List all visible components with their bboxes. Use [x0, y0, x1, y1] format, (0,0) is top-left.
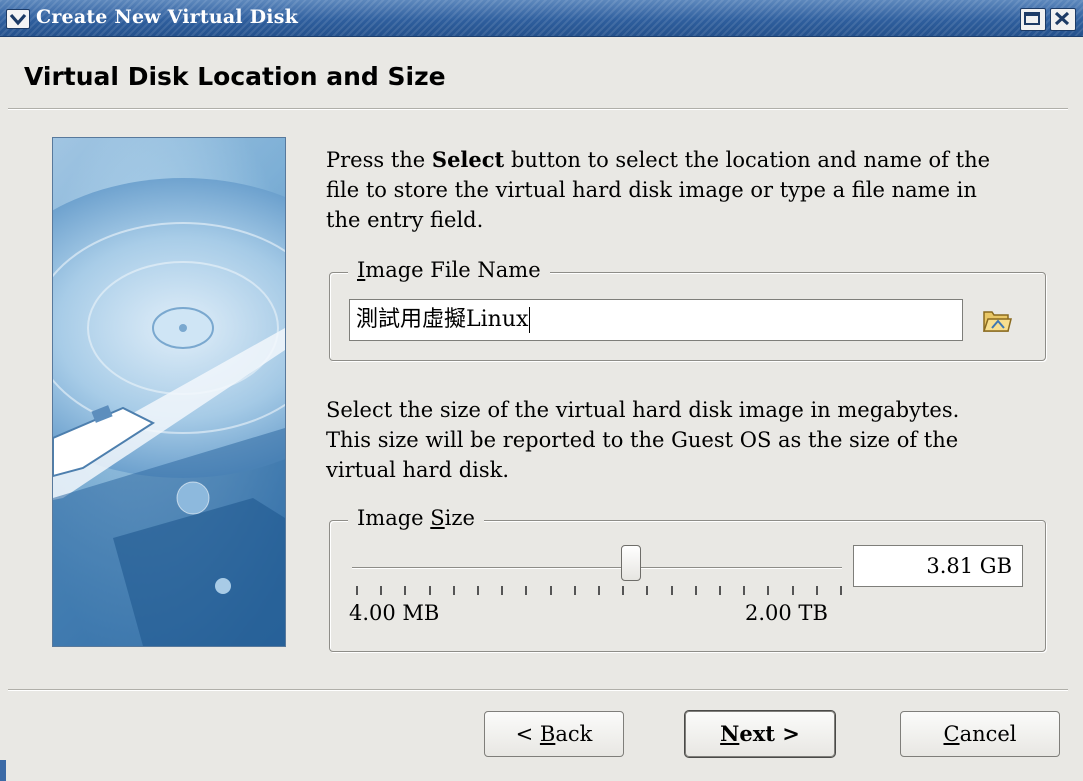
maximize-icon[interactable] [1020, 8, 1046, 31]
footer-divider [8, 689, 1068, 691]
header-divider [8, 108, 1068, 110]
slider-tick [574, 586, 576, 595]
slider-tick [719, 586, 721, 595]
slider-tick [429, 586, 431, 595]
size-description: Select the size of the virtual hard disk… [326, 398, 960, 482]
window-edge [0, 760, 6, 781]
slider-tick [525, 586, 527, 595]
slider-tick [695, 586, 697, 595]
text-caret [529, 307, 531, 333]
title-bar[interactable]: Create New Virtual Disk [0, 0, 1083, 37]
location-description: Press the Select button to select the lo… [326, 147, 991, 232]
page-title: Virtual Disk Location and Size [24, 62, 446, 91]
slider-tick [840, 586, 842, 595]
slider-tick [550, 586, 552, 595]
image-size-slider-thumb[interactable] [621, 545, 641, 581]
cancel-button[interactable]: Cancel [900, 711, 1060, 757]
slider-tick [453, 586, 455, 595]
slider-tick [477, 586, 479, 595]
slider-tick [598, 586, 600, 595]
hard-disk-illustration [52, 137, 286, 647]
image-file-name-label: Image File Name [348, 258, 550, 282]
slider-tick [767, 586, 769, 595]
slider-tick [356, 586, 358, 595]
slider-tick [671, 586, 673, 595]
window-title: Create New Virtual Disk [36, 6, 298, 28]
slider-tick [743, 586, 745, 595]
folder-open-icon[interactable] [978, 304, 1014, 336]
chevron-down-icon[interactable] [6, 9, 30, 29]
close-icon[interactable] [1050, 8, 1076, 31]
next-button[interactable]: Next > [684, 710, 836, 758]
slider-tick [792, 586, 794, 595]
image-size-input[interactable]: 3.81 GB [853, 545, 1023, 587]
slider-tick [622, 586, 624, 595]
back-button[interactable]: < Back [484, 711, 624, 757]
slider-max-label: 2.00 TB [745, 601, 828, 625]
image-size-slider-track[interactable] [352, 567, 842, 569]
image-file-name-input[interactable]: 測試用虛擬Linux [349, 299, 963, 341]
slider-tick [501, 586, 503, 595]
slider-tick [816, 586, 818, 595]
slider-tick [646, 586, 648, 595]
slider-min-label: 4.00 MB [349, 601, 440, 625]
image-size-label: Image Size [348, 506, 484, 530]
slider-ticks [356, 586, 842, 600]
slider-tick [380, 586, 382, 595]
slider-tick [404, 586, 406, 595]
